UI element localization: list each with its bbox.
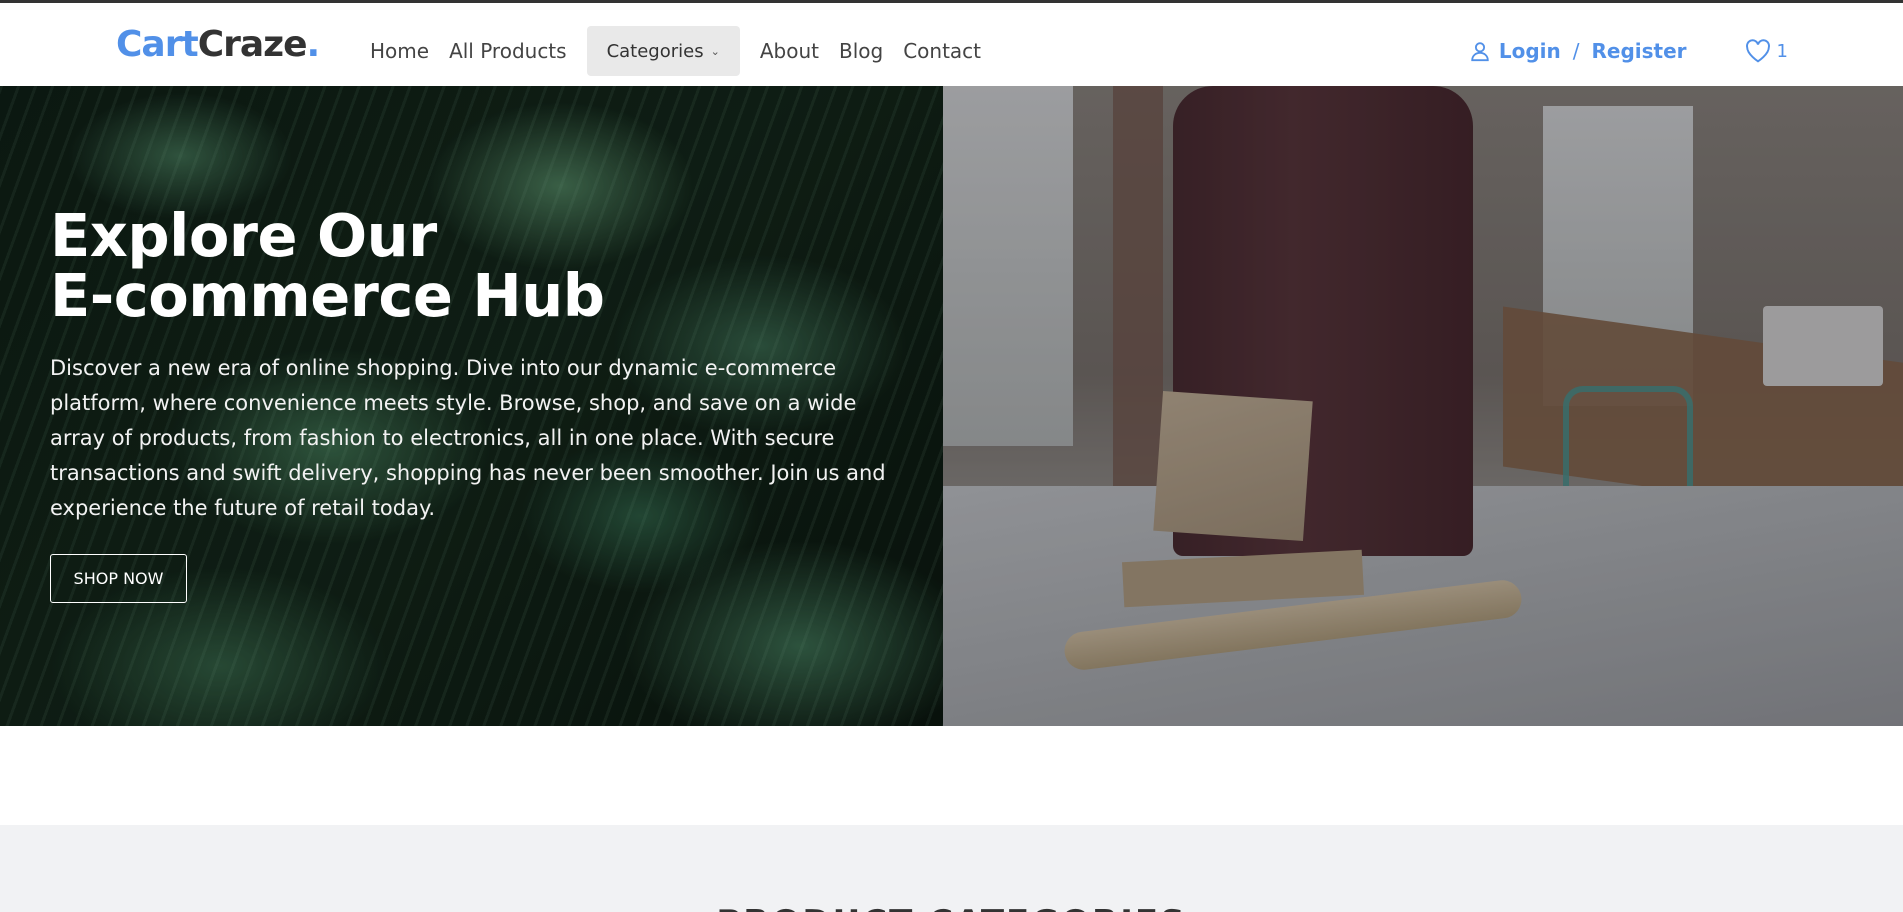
hero-title: Explore Our E-commerce Hub bbox=[50, 206, 605, 326]
hero-section: Explore Our E-commerce Hub Discover a ne… bbox=[0, 86, 1903, 726]
main-nav: Home All Products Categories ⌄ About Blo… bbox=[370, 26, 991, 76]
categories-section bbox=[0, 825, 1903, 912]
brand-dot: . bbox=[306, 24, 321, 65]
wishlist-count: 1 bbox=[1776, 40, 1788, 62]
brand-logo[interactable]: CartCraze. bbox=[116, 24, 321, 65]
hero-title-line1: Explore Our bbox=[50, 201, 437, 270]
nav-contact[interactable]: Contact bbox=[893, 26, 991, 76]
heart-icon bbox=[1745, 39, 1770, 63]
nav-actions: Login / Register 1 bbox=[1469, 26, 1788, 76]
shop-now-button[interactable]: SHOP NOW bbox=[50, 554, 187, 603]
categories-dropdown[interactable]: Categories ⌄ bbox=[586, 26, 740, 76]
wishlist-button[interactable]: 1 bbox=[1745, 39, 1788, 63]
login-link[interactable]: Login bbox=[1499, 39, 1561, 63]
auth-separator: / bbox=[1572, 39, 1580, 63]
page: CartCraze. Home All Products Categories … bbox=[0, 0, 1903, 912]
nav-about[interactable]: About bbox=[750, 26, 829, 76]
chevron-down-icon: ⌄ bbox=[710, 44, 720, 58]
auth-links: Login / Register bbox=[1469, 39, 1687, 63]
hero-packing-image bbox=[943, 86, 1903, 726]
categories-label: Categories bbox=[606, 40, 704, 62]
hero-description: Discover a new era of online shopping. D… bbox=[50, 356, 886, 520]
nav-blog[interactable]: Blog bbox=[829, 26, 893, 76]
user-icon bbox=[1471, 42, 1489, 62]
image-overlay bbox=[943, 86, 1903, 726]
hero-title-line2: E-commerce Hub bbox=[50, 261, 605, 330]
nav-all-products[interactable]: All Products bbox=[439, 26, 577, 76]
brand-part-cart: Cart bbox=[116, 24, 199, 65]
brand-part-craze: Craze bbox=[197, 24, 308, 65]
section-title: PRODUCT CATEGORIES bbox=[0, 903, 1903, 912]
nav-home[interactable]: Home bbox=[370, 26, 439, 76]
navbar: CartCraze. Home All Products Categories … bbox=[0, 6, 1903, 86]
register-link[interactable]: Register bbox=[1592, 39, 1687, 63]
hero-leaves-image: Explore Our E-commerce Hub Discover a ne… bbox=[0, 86, 943, 726]
